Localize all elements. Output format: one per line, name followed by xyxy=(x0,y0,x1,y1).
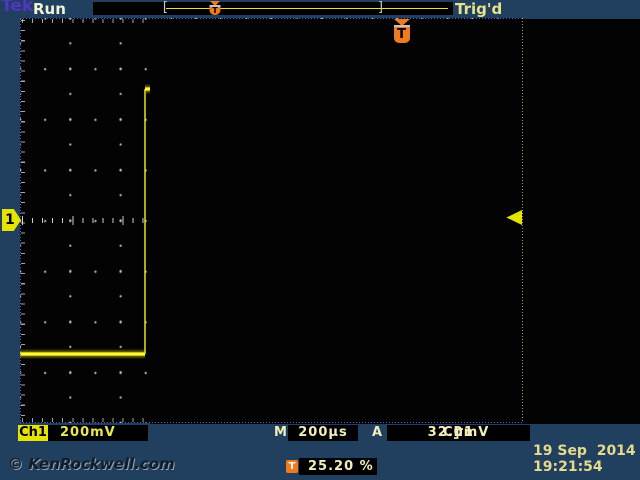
trigger-position-readout: 25.20 % xyxy=(299,458,377,475)
trigger-t-icon: T xyxy=(210,5,221,15)
trigger-t-icon: T xyxy=(286,460,298,473)
time: 19:21:54 xyxy=(533,459,603,475)
record-left-bracket: [ xyxy=(161,1,169,14)
acquire-trigger-label: A xyxy=(372,425,382,441)
screen-border-right xyxy=(522,18,523,423)
scope-screen: T xyxy=(20,18,523,423)
main-timebase-readout: 200µs xyxy=(288,425,358,441)
date: 19 Sep 2014 xyxy=(533,443,636,459)
trigger-t-icon: T xyxy=(394,25,410,43)
record-view-bar: [ ] T xyxy=(93,2,453,15)
acquisition-status: Run xyxy=(33,0,66,18)
oscilloscope-display: Tek Run Trig'd [ ] T T 1 Ch1 xyxy=(0,0,640,480)
record-right-bracket: ] xyxy=(377,1,385,14)
main-timebase-label: M xyxy=(274,425,287,441)
ch1-scale-readout: 200mV xyxy=(48,425,148,441)
ch1-badge: Ch1 xyxy=(18,425,48,441)
trigger-status: Trig'd xyxy=(455,0,502,18)
tek-logo: Tek xyxy=(1,0,33,16)
record-line xyxy=(166,8,448,9)
watermark: © KenRockwell.com xyxy=(8,455,175,473)
trigger-level: 32.0mV xyxy=(428,425,490,441)
screen-border-top xyxy=(20,18,523,19)
screen-border-bottom xyxy=(20,422,523,423)
trigger-position-marker: T xyxy=(150,19,640,424)
trigger-readout: Ch1 32.0mV xyxy=(387,425,530,441)
channel1-ground-marker: 1 xyxy=(2,209,21,231)
